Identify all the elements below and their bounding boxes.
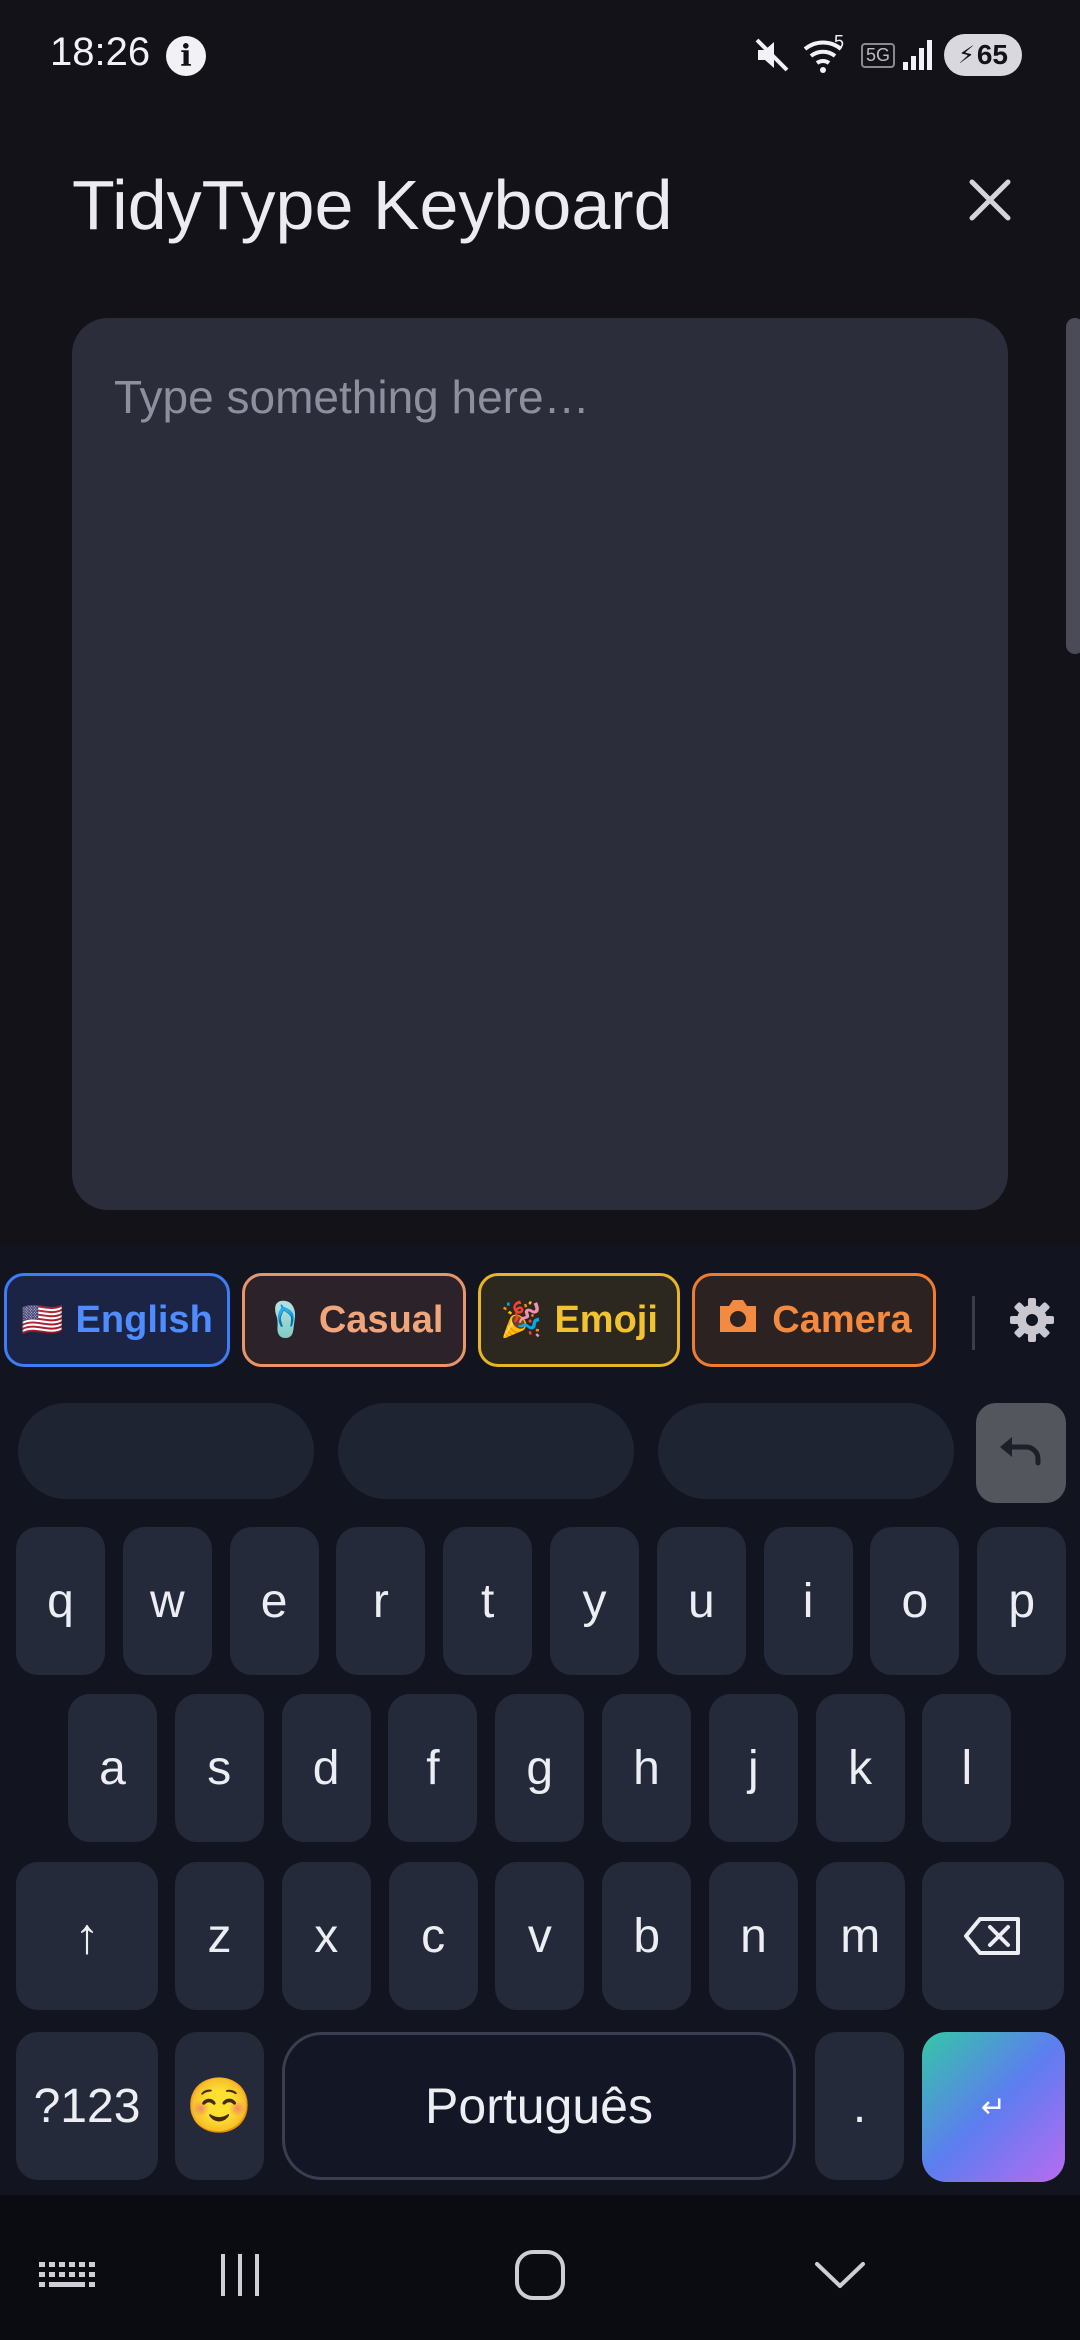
key-s[interactable]: s — [174, 1694, 264, 1842]
status-time: 18:26 — [50, 30, 151, 74]
key-i[interactable]: i — [763, 1527, 853, 1675]
mode-pill-casual[interactable]: 🩴 Casual — [242, 1273, 466, 1367]
backspace-icon — [964, 1917, 1020, 1955]
key-g[interactable]: g — [495, 1694, 585, 1842]
key-u[interactable]: u — [656, 1527, 746, 1675]
wifi-badge: 5 — [834, 32, 845, 52]
key-e[interactable]: e — [229, 1527, 319, 1675]
mode-pill-emoji[interactable]: 🎉 Emoji — [478, 1273, 680, 1367]
undo-icon — [1000, 1437, 1041, 1466]
key-x[interactable]: x — [281, 1862, 371, 2010]
toolbar-divider — [972, 1296, 975, 1350]
suggestion-slot-1[interactable] — [18, 1403, 314, 1499]
key-m[interactable]: m — [815, 1862, 905, 2010]
recents-icon — [221, 2254, 259, 2296]
settings-button[interactable] — [1002, 1290, 1062, 1350]
key-j[interactable]: j — [708, 1694, 798, 1842]
party-popper-icon: 🎉 — [500, 1301, 543, 1339]
suggestion-slot-3[interactable] — [658, 1403, 954, 1499]
camera-icon — [716, 1298, 760, 1343]
close-button[interactable] — [960, 170, 1020, 230]
mute-icon — [750, 34, 794, 76]
enter-key[interactable]: ↵ — [922, 2032, 1065, 2182]
space-key[interactable]: Português — [282, 2032, 796, 2180]
key-t[interactable]: t — [443, 1527, 533, 1675]
network-type: 5G — [858, 34, 898, 76]
text-input-area[interactable]: Type something here… — [72, 318, 1008, 1210]
undo-button[interactable] — [976, 1403, 1066, 1503]
key-p[interactable]: p — [977, 1527, 1067, 1675]
mode-pill-camera[interactable]: Camera — [692, 1273, 936, 1367]
key-f[interactable]: f — [388, 1694, 478, 1842]
mode-pill-label: Casual — [318, 1298, 444, 1341]
recents-button[interactable] — [190, 2240, 290, 2310]
symbols-key[interactable]: ?123 — [16, 2032, 158, 2180]
battery-level: 65 — [976, 39, 1008, 70]
key-n[interactable]: n — [709, 1862, 798, 2010]
key-k[interactable]: k — [815, 1694, 905, 1842]
flip-flop-icon: 🩴 — [264, 1301, 307, 1339]
key-v[interactable]: v — [495, 1862, 585, 2010]
emoji-key[interactable]: ☺️ — [175, 2032, 264, 2180]
gear-icon — [1010, 1298, 1054, 1342]
keyboard-hide-icon — [39, 2262, 95, 2287]
home-button[interactable] — [490, 2240, 590, 2310]
key-l[interactable]: l — [922, 1694, 1012, 1842]
network-label: 5G — [860, 42, 895, 68]
scrollbar-thumb[interactable] — [1066, 318, 1080, 654]
text-input-placeholder: Type something here… — [114, 371, 590, 423]
mode-pill-label: Emoji — [554, 1298, 658, 1341]
key-r[interactable]: r — [336, 1527, 426, 1675]
key-c[interactable]: c — [388, 1862, 478, 2010]
signal-icon — [900, 34, 936, 76]
key-z[interactable]: z — [175, 1862, 264, 2010]
home-icon — [515, 2250, 565, 2300]
info-icon: i — [166, 36, 206, 76]
mode-pill-english[interactable]: 🇺🇸 English — [4, 1273, 230, 1367]
suggestion-slot-2[interactable] — [338, 1403, 634, 1499]
battery-charging-icon: ⚡ 65 — [944, 34, 1022, 76]
key-b[interactable]: b — [602, 1862, 692, 2010]
page-title: TidyType Keyboard — [72, 166, 673, 244]
key-o[interactable]: o — [870, 1527, 960, 1675]
shift-key[interactable]: ↑ — [16, 1862, 158, 2010]
back-chevron-icon — [815, 2262, 865, 2288]
back-button[interactable] — [790, 2240, 890, 2310]
us-flag-icon: 🇺🇸 — [21, 1301, 64, 1339]
period-key[interactable]: . — [815, 2032, 904, 2180]
key-q[interactable]: q — [16, 1527, 105, 1675]
backspace-key[interactable] — [922, 1862, 1064, 2010]
key-a[interactable]: a — [68, 1694, 157, 1842]
status-bar: 18:26 i 5 5G ⚡ 65 — [0, 0, 1080, 110]
key-w[interactable]: w — [122, 1527, 212, 1675]
mode-pill-label: Camera — [772, 1298, 912, 1341]
mode-pill-label: English — [75, 1298, 213, 1341]
key-d[interactable]: d — [281, 1694, 371, 1842]
key-y[interactable]: y — [550, 1527, 639, 1675]
close-icon — [969, 179, 1011, 221]
keyboard-hide-button[interactable] — [18, 2240, 118, 2310]
key-h[interactable]: h — [602, 1694, 691, 1842]
